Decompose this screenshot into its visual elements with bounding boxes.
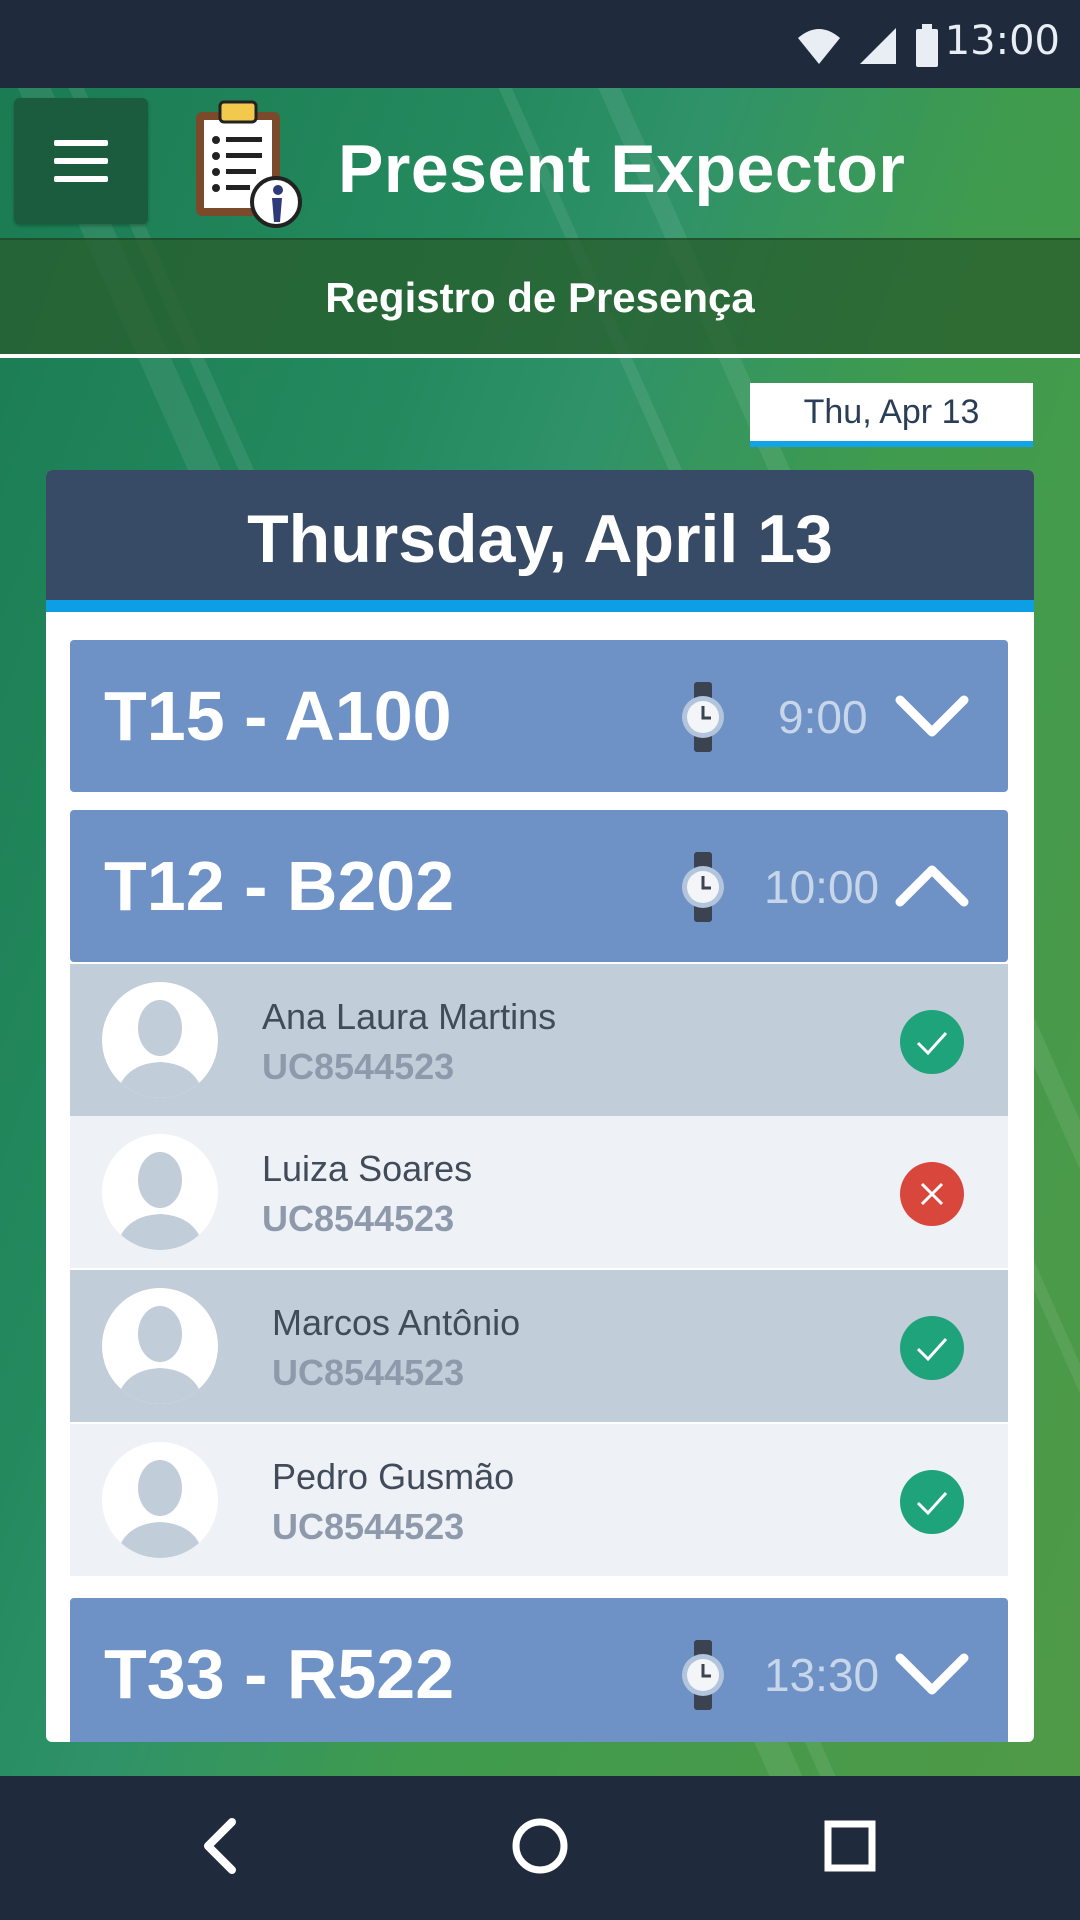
battery-icon [916, 24, 938, 67]
absent-status[interactable] [900, 1162, 964, 1226]
present-status[interactable] [900, 1470, 964, 1534]
signal-icon [860, 28, 896, 64]
student-row[interactable]: Pedro Gusmão UC8544523 [70, 1424, 1008, 1576]
close-icon [920, 1182, 944, 1206]
student-id: UC8544523 [262, 1046, 455, 1087]
divider [0, 354, 1080, 358]
class-row[interactable]: T15 - A100 9:00 [70, 640, 1008, 792]
attendance-card: Thursday, April 13 T15 - A100 9:00 T12 -… [46, 470, 1034, 1742]
check-icon [916, 1031, 948, 1056]
chevron-up-icon[interactable] [894, 856, 970, 916]
menu-button[interactable] [14, 98, 148, 224]
avatar [102, 1288, 218, 1404]
class-name: T12 - B202 [104, 847, 455, 925]
student-id: UC8544523 [272, 1352, 465, 1393]
check-icon [916, 1337, 948, 1362]
student-name: Ana Laura Martins [262, 996, 557, 1037]
watch-icon [682, 852, 724, 922]
student-row[interactable]: Ana Laura Martins UC8544523 [70, 964, 1008, 1116]
clipboard-icon [196, 100, 302, 228]
clock: 13:00 [944, 18, 1060, 64]
student-id: UC8544523 [272, 1506, 465, 1547]
present-status[interactable] [900, 1316, 964, 1380]
recents-icon[interactable] [800, 1796, 900, 1896]
chevron-down-icon[interactable] [894, 1644, 970, 1704]
section-title: Registro de Presença [325, 274, 755, 321]
check-icon [916, 1491, 948, 1516]
section-header: Registro de Presença [0, 238, 1080, 354]
card-title: Thursday, April 13 [247, 501, 833, 577]
app-header: Present Expector [0, 88, 1080, 238]
student-row[interactable]: Luiza Soares UC8544523 [70, 1116, 1008, 1268]
date-picker-label: Thu, Apr 13 [803, 393, 980, 431]
card-header: Thursday, April 13 [46, 470, 1034, 612]
class-time: 10:00 [764, 861, 880, 913]
avatar [102, 982, 218, 1098]
app-title: Present Expector [338, 131, 906, 207]
class-row[interactable]: T33 - R522 13:30 [70, 1598, 1008, 1742]
wifi-icon [798, 29, 840, 64]
student-row[interactable]: Marcos Antônio UC8544523 [70, 1270, 1008, 1422]
chevron-down-icon[interactable] [894, 686, 970, 746]
present-status[interactable] [900, 1010, 964, 1074]
avatar [102, 1134, 218, 1250]
watch-icon [682, 1640, 724, 1710]
watch-icon [682, 682, 724, 752]
class-name: T15 - A100 [104, 677, 452, 755]
student-name: Pedro Gusmão [272, 1456, 515, 1497]
class-time: 9:00 [778, 691, 868, 743]
status-bar: 13:00 [0, 0, 1080, 88]
class-time: 13:30 [764, 1649, 880, 1701]
class-row[interactable]: T12 - B202 10:00 [70, 810, 1008, 962]
home-icon[interactable] [490, 1796, 590, 1896]
back-icon[interactable] [170, 1796, 270, 1896]
student-id: UC8544523 [262, 1198, 455, 1239]
navigation-bar [0, 1776, 1080, 1920]
class-name: T33 - R522 [104, 1635, 455, 1713]
avatar [102, 1442, 218, 1558]
date-picker[interactable]: Thu, Apr 13 [750, 383, 1033, 447]
student-name: Luiza Soares [262, 1148, 473, 1189]
menu-icon [54, 140, 108, 146]
student-name: Marcos Antônio [272, 1302, 521, 1343]
